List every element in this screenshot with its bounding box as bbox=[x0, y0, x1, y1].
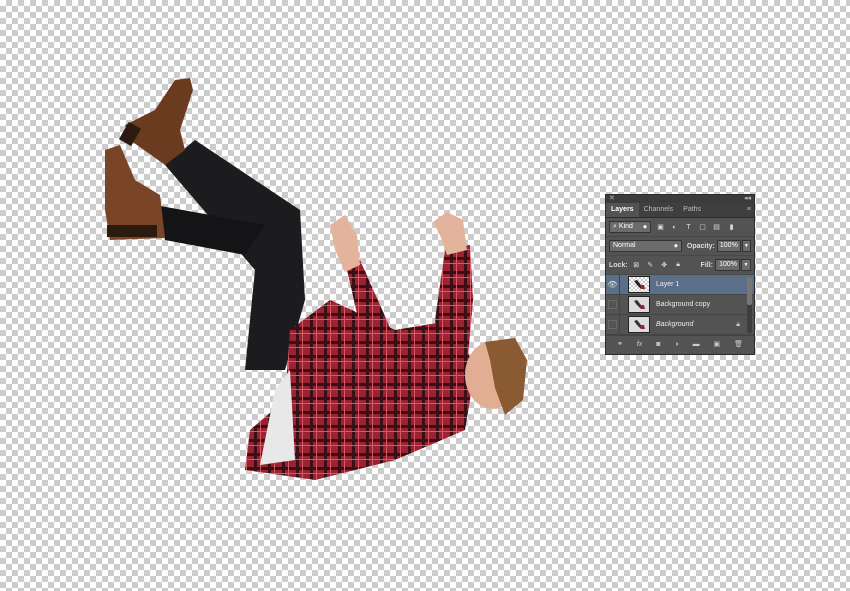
opacity-dropdown-icon[interactable]: ▼ bbox=[741, 240, 751, 252]
panel-tabs: Layers Channels Paths ≡ bbox=[606, 203, 754, 218]
collapse-icon[interactable]: ◂◂ bbox=[744, 194, 751, 202]
blend-row: Normal ◆ Opacity: 100% ▼ bbox=[606, 237, 754, 256]
lock-label: Lock: bbox=[609, 261, 628, 269]
layer-list: 👁︎ Layer 1 Background copy Background 🔒︎ bbox=[606, 274, 754, 335]
visibility-toggle[interactable] bbox=[606, 294, 620, 315]
filter-kind-select[interactable]: ⌕ Kind ◆ bbox=[609, 221, 651, 233]
fill-dropdown-icon[interactable]: ▼ bbox=[741, 259, 751, 271]
layer-row-layer-1[interactable]: 👁︎ Layer 1 bbox=[606, 274, 754, 295]
layer-name: Background copy bbox=[656, 301, 711, 308]
visibility-box bbox=[608, 300, 617, 309]
visibility-toggle[interactable] bbox=[606, 314, 620, 335]
link-layers-icon[interactable]: ⚭ bbox=[617, 340, 623, 348]
tab-layers[interactable]: Layers bbox=[606, 203, 639, 217]
lock-transparent-icon[interactable]: ⊠ bbox=[632, 261, 641, 270]
filter-pixel-icon[interactable]: ▣ bbox=[656, 223, 665, 232]
blend-mode-select[interactable]: Normal ◆ bbox=[609, 240, 682, 252]
lock-all-icon[interactable]: 🔒︎ bbox=[674, 261, 683, 270]
fill-input[interactable]: 100% bbox=[715, 259, 740, 271]
layer-mask-icon[interactable]: ◙ bbox=[656, 341, 660, 348]
chevron-down-icon: ◆ bbox=[643, 224, 647, 230]
document-canvas[interactable]: ✕ ◂◂ Layers Channels Paths ≡ ⌕ Kind ◆ ▣ … bbox=[0, 0, 850, 591]
search-icon: ⌕ bbox=[613, 223, 617, 230]
panel-footer: ⚭ fx ◙ ◑ ▬ ▣ 🗑︎ bbox=[606, 335, 754, 352]
fill-label: Fill: bbox=[700, 261, 713, 269]
layer-style-icon[interactable]: fx bbox=[637, 341, 642, 348]
panel-menu-icon[interactable]: ≡ bbox=[747, 203, 754, 217]
scrollbar-thumb[interactable] bbox=[747, 277, 752, 305]
layer-name: Background bbox=[656, 321, 694, 328]
falling-man-cutout bbox=[105, 78, 527, 480]
layer-row-background-copy[interactable]: Background copy bbox=[606, 294, 754, 315]
layer-name: Layer 1 bbox=[656, 281, 680, 288]
layer-thumbnail bbox=[628, 316, 650, 333]
layer-thumbnail bbox=[628, 276, 650, 293]
tab-channels[interactable]: Channels bbox=[639, 203, 679, 217]
filter-shape-icon[interactable]: ▢ bbox=[698, 223, 707, 232]
tab-paths[interactable]: Paths bbox=[678, 203, 706, 217]
chevron-down-icon: ◆ bbox=[674, 243, 678, 249]
filter-type-icon[interactable]: T bbox=[684, 223, 693, 232]
eye-icon: 👁︎ bbox=[607, 280, 618, 289]
visibility-box bbox=[608, 320, 617, 329]
lock-move-icon[interactable]: ✥ bbox=[660, 261, 669, 270]
filter-row: ⌕ Kind ◆ ▣ ◐ T ▢ ▤ ▮ bbox=[606, 218, 754, 237]
filter-toggle-icon[interactable]: ▮ bbox=[727, 223, 736, 232]
close-icon[interactable]: ✕ bbox=[609, 194, 615, 202]
filter-adjustment-icon[interactable]: ◐ bbox=[670, 223, 679, 232]
opacity-label: Opacity: bbox=[686, 242, 715, 250]
adjustment-layer-icon[interactable]: ◑ bbox=[674, 341, 678, 348]
trash-icon[interactable]: 🗑︎ bbox=[734, 340, 743, 348]
new-layer-icon[interactable]: ▣ bbox=[714, 340, 721, 348]
layer-row-background[interactable]: Background 🔒︎ bbox=[606, 314, 754, 335]
lock-row: Lock: ⊠ ✎ ✥ 🔒︎ Fill: 100% ▼ bbox=[606, 256, 754, 275]
layer-thumbnail bbox=[628, 296, 650, 313]
blend-mode-value: Normal bbox=[613, 242, 636, 249]
visibility-toggle[interactable]: 👁︎ bbox=[606, 274, 620, 295]
layers-panel: ✕ ◂◂ Layers Channels Paths ≡ ⌕ Kind ◆ ▣ … bbox=[605, 194, 755, 355]
opacity-input[interactable]: 100% bbox=[716, 240, 741, 252]
filter-smart-object-icon[interactable]: ▤ bbox=[712, 223, 721, 232]
layer-list-scrollbar[interactable] bbox=[747, 277, 752, 333]
lock-icon: 🔒︎ bbox=[736, 320, 740, 328]
lock-brush-icon[interactable]: ✎ bbox=[646, 261, 655, 270]
filter-kind-label: Kind bbox=[618, 223, 633, 230]
new-group-icon[interactable]: ▬ bbox=[693, 341, 700, 348]
panel-titlebar[interactable]: ✕ ◂◂ bbox=[606, 195, 754, 203]
